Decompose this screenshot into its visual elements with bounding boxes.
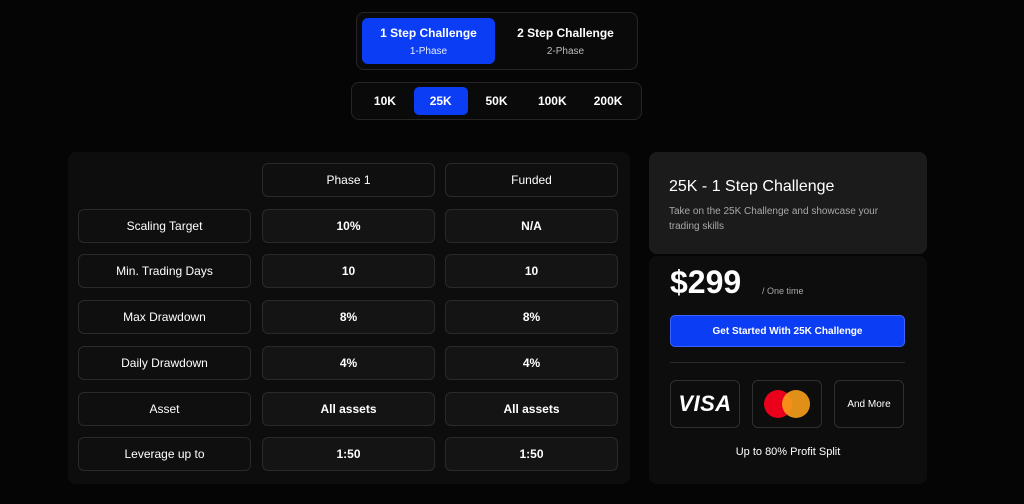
row-value-phase1: 10%	[262, 209, 435, 243]
challenge-info-card: 25K - 1 Step Challenge Take on the 25K C…	[649, 152, 927, 254]
more-payments-label: And More	[847, 398, 891, 410]
row-value-phase1: 4%	[262, 346, 435, 380]
profit-split-text: Up to 80% Profit Split	[735, 446, 841, 458]
row-value-funded: 10	[445, 254, 618, 288]
tab-title: 1 Step Challenge	[380, 25, 477, 40]
mastercard-icon	[764, 390, 810, 418]
column-header-funded: Funded	[445, 163, 618, 197]
row-value-funded: All assets	[445, 392, 618, 426]
row-value-funded: 4%	[445, 346, 618, 380]
tab-title: 2 Step Challenge	[517, 25, 614, 40]
price: $299	[670, 264, 742, 300]
size-option-10k[interactable]: 10K	[358, 87, 412, 115]
row-value-phase1: 8%	[262, 300, 435, 334]
column-header-phase1: Phase 1	[262, 163, 435, 197]
row-label: Asset	[78, 392, 251, 426]
size-option-200k[interactable]: 200K	[581, 87, 635, 115]
row-label: Min. Trading Days	[78, 254, 251, 288]
more-payment-options: And More	[834, 380, 904, 428]
tab-subtitle: 2-Phase	[546, 45, 585, 57]
visa-logo: VISA	[678, 391, 732, 416]
card-description: Take on the 25K Challenge and showcase y…	[669, 206, 879, 232]
challenge-type-toggle: 1 Step Challenge 1-Phase 2 Step Challeng…	[356, 12, 638, 70]
row-value-phase1: 1:50	[262, 437, 435, 471]
account-size-toggle: 10K 25K 50K 100K 200K	[351, 82, 642, 120]
mastercard-payment-option	[752, 380, 822, 428]
row-label: Max Drawdown	[78, 300, 251, 334]
divider	[670, 362, 905, 363]
tab-1-step-challenge[interactable]: 1 Step Challenge 1-Phase	[362, 18, 495, 64]
row-value-funded: 1:50	[445, 437, 618, 471]
row-value-phase1: All assets	[262, 392, 435, 426]
tab-2-step-challenge[interactable]: 2 Step Challenge 2-Phase	[499, 18, 632, 64]
row-value-funded: N/A	[445, 209, 618, 243]
size-option-100k[interactable]: 100K	[525, 87, 579, 115]
row-value-funded: 8%	[445, 300, 618, 334]
row-value-phase1: 10	[262, 254, 435, 288]
price-note: / One time	[762, 286, 804, 296]
visa-payment-option: VISA	[670, 380, 740, 428]
row-label: Scaling Target	[78, 209, 251, 243]
rules-table-panel: Phase 1 Funded Scaling Target 10% N/A Mi…	[68, 152, 630, 484]
get-started-button[interactable]: Get Started With 25K Challenge	[670, 315, 905, 347]
size-option-25k[interactable]: 25K	[413, 87, 468, 115]
size-option-50k[interactable]: 50K	[470, 87, 524, 115]
tab-subtitle: 1-Phase	[409, 45, 448, 57]
row-label: Leverage up to	[78, 437, 251, 471]
row-label: Daily Drawdown	[78, 346, 251, 380]
card-title: 25K - 1 Step Challenge	[669, 178, 835, 195]
